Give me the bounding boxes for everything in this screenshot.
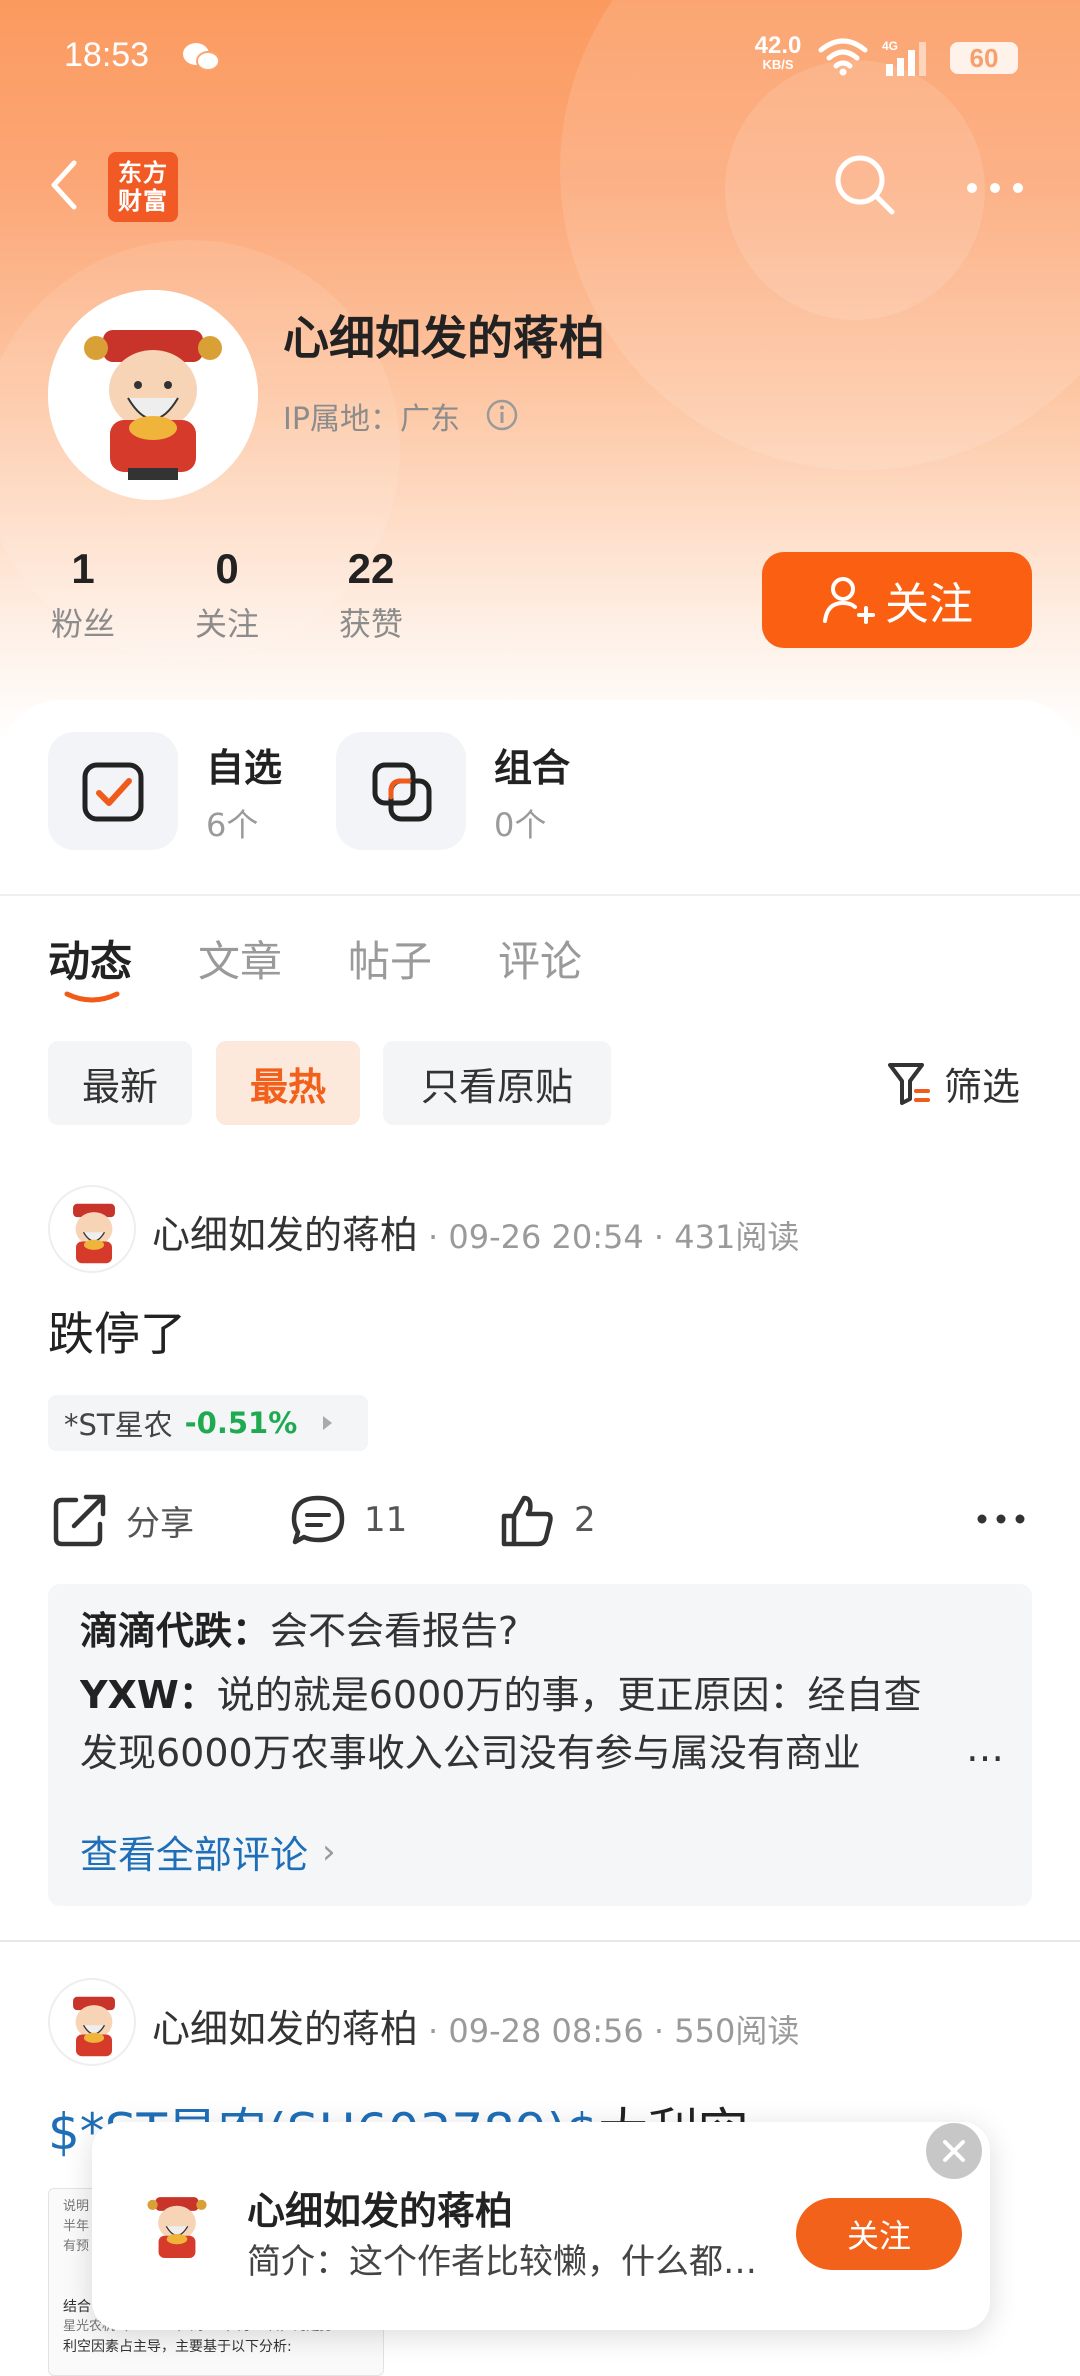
chevron-right-icon: › (322, 1831, 336, 1872)
back-button[interactable] (44, 155, 84, 215)
network-speed: 42.0 KB/S (754, 32, 802, 72)
add-user-icon (823, 577, 875, 624)
brand-logo: 东方 财富 (108, 152, 178, 222)
stat-following[interactable]: 0 关注 (172, 545, 282, 645)
filter-hottest[interactable]: 最热 (216, 1041, 360, 1125)
popup-bio: 简介：这个作者比较懒，什么都没有留下 (247, 2242, 767, 2282)
like-button[interactable]: 2 (500, 1488, 596, 1552)
post-author-avatar[interactable] (48, 1185, 136, 1273)
caishen-avatar-icon (48, 290, 258, 500)
comment-ellipsis: … (966, 1726, 1004, 1770)
watchlist-check-icon (82, 762, 144, 822)
status-bar: 18:53 42.0 KB/S 4G 60 (0, 0, 1080, 110)
svg-text:4G: 4G (882, 39, 898, 53)
post-meta-info: · 09-26 20:54 · 431阅读 (428, 1218, 800, 1256)
filter-button[interactable]: 筛选 (886, 1055, 1020, 1111)
post-more-icon[interactable] (976, 1504, 1026, 1534)
filter-original-only[interactable]: 只看原贴 (383, 1041, 611, 1125)
wifi-icon (818, 38, 868, 76)
comment-icon (291, 1495, 345, 1545)
comment-button[interactable]: 11 (290, 1488, 407, 1552)
battery-indicator: 60 (950, 42, 1018, 74)
post-content[interactable]: 跌停了 (48, 1298, 186, 1364)
stock-tag[interactable]: *ST星农 -0.51% (48, 1395, 368, 1451)
ip-location: IP属地：广东 (283, 402, 460, 437)
portfolio-overlap-icon (372, 762, 432, 822)
comment-item[interactable]: 滴滴代跌：会不会看报告? (80, 1602, 1000, 1660)
portfolio-entry[interactable]: 组合 0个 (336, 732, 570, 850)
caishen-avatar-icon (73, 1996, 115, 2057)
post-header: 心细如发的蒋柏 · 09-26 20:54 · 431阅读 (152, 1204, 799, 1259)
more-options-icon[interactable] (962, 168, 1028, 208)
stat-fans[interactable]: 1 粉丝 (28, 545, 138, 645)
wechat-icon (183, 43, 220, 71)
status-time: 18:53 (64, 36, 150, 74)
post-divider (0, 1940, 1080, 1942)
signal-icon: 4G (882, 39, 926, 76)
tab-dynamics[interactable]: 动态 (48, 928, 132, 989)
info-icon[interactable] (485, 398, 519, 432)
popup-follow-button[interactable]: 关注 (796, 2198, 962, 2270)
filter-latest[interactable]: 最新 (48, 1041, 192, 1125)
play-arrow-icon (323, 1416, 333, 1430)
watchlist-entry[interactable]: 自选 6个 (48, 732, 282, 850)
post-author-avatar[interactable] (48, 1978, 136, 2066)
profile-name: 心细如发的蒋柏 (283, 311, 605, 365)
avatar[interactable] (48, 290, 258, 500)
tab-posts[interactable]: 帖子 (348, 928, 432, 989)
active-tab-indicator (64, 991, 120, 1003)
post-header: 心细如发的蒋柏 · 09-28 08:56 · 550阅读 (152, 1998, 799, 2053)
post-author-name[interactable]: 心细如发的蒋柏 (152, 1204, 418, 1259)
close-icon[interactable] (926, 2123, 982, 2179)
search-icon[interactable] (830, 150, 900, 220)
follow-button[interactable]: 关注 (762, 552, 1032, 648)
stat-likes: 22 获赞 (338, 545, 403, 643)
share-icon (53, 1494, 106, 1547)
section-divider (0, 894, 1080, 896)
comment-item[interactable]: YXW：说的就是6000万的事，更正原因：经自查发现6000万农事收入公司没有参… (80, 1666, 940, 1786)
caishen-avatar-icon (73, 1203, 115, 1264)
follow-suggestion-popup: 心细如发的蒋柏 简介：这个作者比较懒，什么都没有留下 关注 (92, 2122, 990, 2330)
tab-articles[interactable]: 文章 (198, 928, 282, 989)
tab-comments[interactable]: 评论 (498, 928, 582, 989)
thumbs-up-icon (501, 1495, 553, 1547)
popup-author-name: 心细如发的蒋柏 (247, 2189, 514, 2233)
caishen-avatar-icon (147, 2197, 207, 2258)
view-all-comments-link[interactable]: 查看全部评论 › (80, 1824, 336, 1879)
comments-preview: 滴滴代跌：会不会看报告? YXW：说的就是6000万的事，更正原因：经自查发现6… (48, 1584, 1032, 1906)
post-author-name[interactable]: 心细如发的蒋柏 (152, 1998, 418, 2053)
post-meta-info: · 09-28 08:56 · 550阅读 (428, 2012, 800, 2050)
funnel-icon (888, 1063, 930, 1105)
share-button[interactable]: 分享 (52, 1488, 194, 1552)
